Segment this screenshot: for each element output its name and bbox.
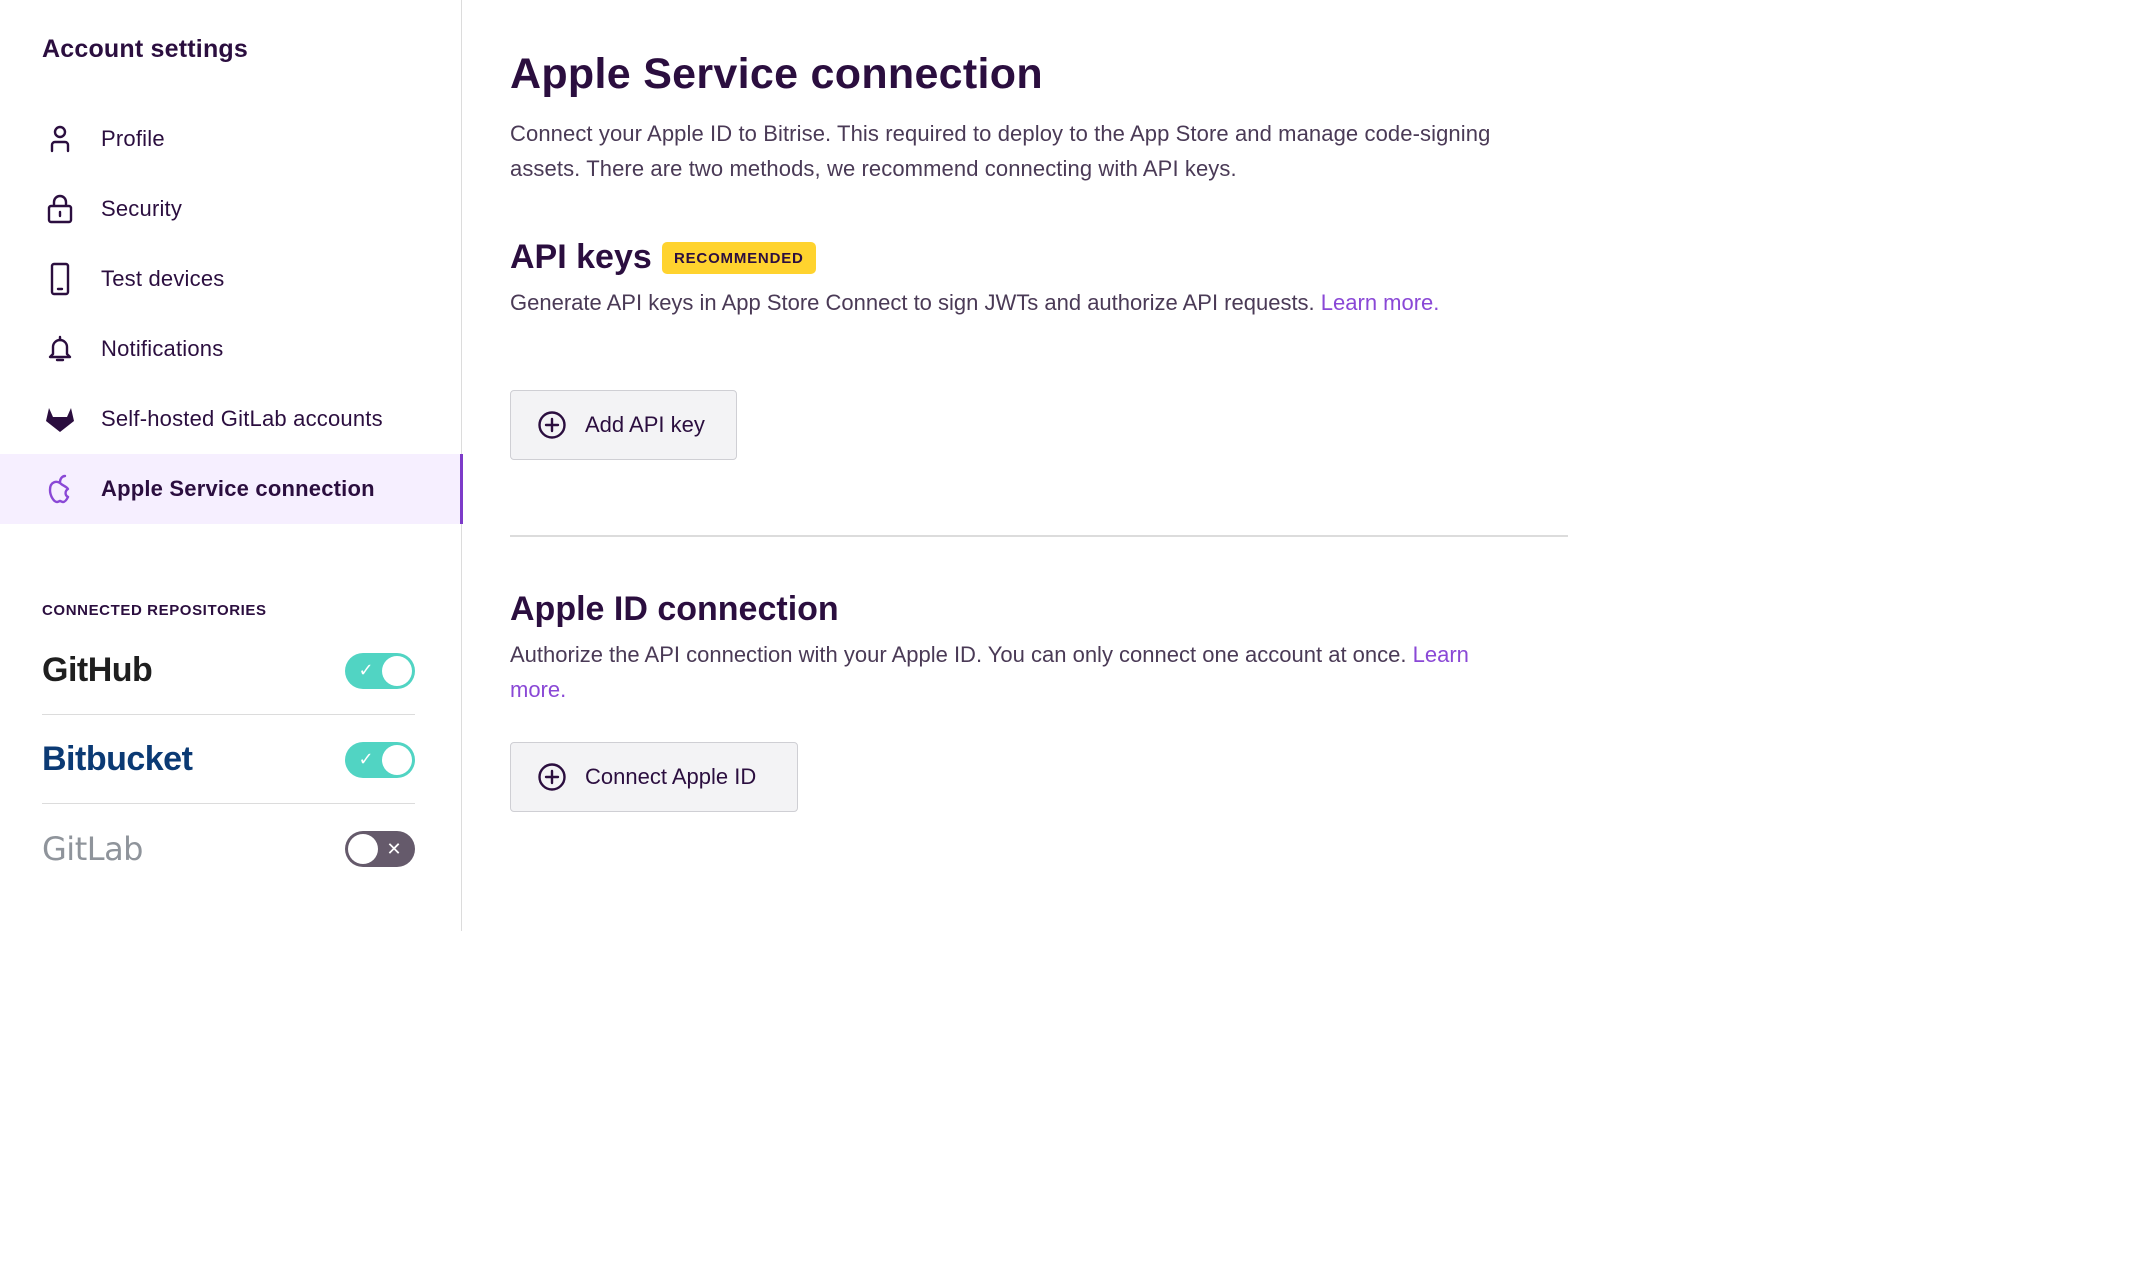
plus-circle-icon [538,763,566,791]
repo-row-bitbucket: Bitbucket ✓ [42,716,415,804]
sidebar-item-test-devices[interactable]: Test devices [0,244,462,314]
sidebar-item-label: Notifications [101,336,224,361]
sidebar-item-profile[interactable]: Profile [0,104,462,174]
sidebar-title: Account settings [42,35,248,63]
page-title: Apple Service connection [510,50,1043,98]
sidebar-item-notifications[interactable]: Notifications [0,314,462,384]
person-icon [42,121,78,157]
add-api-key-button[interactable]: Add API key [510,390,737,460]
main-content: Apple Service connection Connect your Ap… [510,0,1568,931]
sidebar-item-label: Test devices [101,266,225,291]
sidebar-item-apple-service[interactable]: Apple Service connection [0,454,463,524]
section-divider [510,535,1568,537]
bitbucket-logo: Bitbucket [42,740,193,778]
phone-icon [42,261,78,297]
apple-id-title: Apple ID connection [510,590,839,628]
recommended-badge: RECOMMENDED [662,242,816,274]
sidebar-nav: Profile Security Test devices Notificati… [0,104,463,524]
check-icon: ✓ [358,660,374,680]
plus-circle-icon [538,411,566,439]
github-toggle[interactable]: ✓ [345,652,415,689]
close-icon: ✕ [386,838,402,859]
apple-id-description: Authorize the API connection with your A… [510,637,1510,707]
app: Account settings Profile Security Test d… [0,0,1568,931]
toggle-knob [382,744,412,775]
connected-repositories-heading: CONNECTED REPOSITORIES [42,602,267,619]
connect-apple-id-button[interactable]: Connect Apple ID [510,742,798,812]
toggle-knob [382,655,412,686]
add-api-key-label: Add API key [585,412,705,437]
sidebar-item-label: Apple Service connection [101,476,375,501]
sidebar-item-label: Self-hosted GitLab accounts [101,406,383,431]
gitlab-icon [42,401,78,437]
gitlab-toggle[interactable]: ✕ [345,831,415,867]
api-keys-title: API keys [510,238,652,276]
sidebar-item-label: Profile [101,126,165,151]
api-keys-learn-more-link[interactable]: Learn more. [1321,290,1440,315]
api-keys-description: Generate API keys in App Store Connect t… [510,285,1450,320]
check-icon: ✓ [358,749,374,769]
toggle-knob [348,834,378,864]
bitbucket-toggle[interactable]: ✓ [345,741,415,778]
sidebar-item-self-hosted-gitlab[interactable]: Self-hosted GitLab accounts [0,384,462,454]
apple-id-description-text: Authorize the API connection with your A… [510,642,1413,667]
repo-row-gitlab: GitLab ✕ [42,805,415,893]
sidebar-item-security[interactable]: Security [0,174,462,244]
sidebar-item-label: Security [101,196,183,221]
lock-icon [42,191,78,227]
connect-apple-id-label: Connect Apple ID [585,764,757,789]
sidebar: Account settings Profile Security Test d… [0,0,463,931]
repo-row-github: GitHub ✓ [42,627,415,715]
apple-icon [42,471,78,507]
github-logo: GitHub [42,651,153,689]
page-description: Connect your Apple ID to Bitrise. This r… [510,121,1491,181]
api-keys-description-text: Generate API keys in App Store Connect t… [510,290,1321,315]
bell-icon [42,331,78,367]
gitlab-logo: GitLab [42,830,143,868]
